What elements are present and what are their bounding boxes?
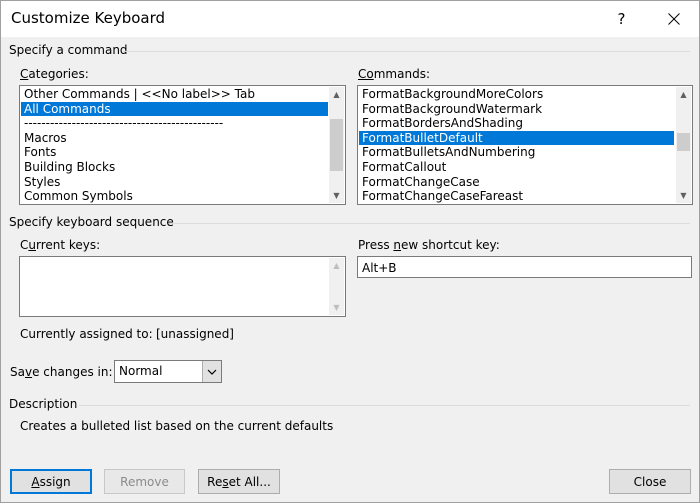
keyboard-sequence-group: Specify keyboard sequence <box>9 215 691 229</box>
close-button[interactable]: Close <box>609 469 691 494</box>
categories-list-item[interactable]: Other Commands | <<No label>> Tab <box>21 87 328 102</box>
categories-list-item[interactable]: All Commands <box>21 101 328 117</box>
categories-list-item[interactable]: Building Blocks <box>21 160 328 175</box>
current-keys-value <box>21 258 24 273</box>
divider <box>123 51 690 52</box>
scroll-thumb[interactable] <box>677 133 690 151</box>
current-keys-items <box>21 258 24 273</box>
scroll-up-arrow-icon[interactable]: ▲ <box>329 87 344 102</box>
customize-keyboard-dialog: Customize Keyboard ? Specify a command C… <box>0 0 700 503</box>
divider <box>79 405 690 406</box>
current-keys-label: Current keys: <box>20 238 101 252</box>
specify-command-group: Specify a command <box>9 43 691 57</box>
commands-list-item[interactable]: FormatChangeCase <box>359 175 674 190</box>
new-shortcut-label: Press new shortcut key: <box>358 238 500 252</box>
commands-listbox[interactable]: FormatBackgroundMoreColors FormatBackgrou… <box>357 85 693 205</box>
scroll-thumb[interactable] <box>330 119 343 171</box>
close-window-button[interactable] <box>651 1 696 37</box>
title-bar: Customize Keyboard ? <box>1 1 699 37</box>
description-group: Description <box>9 397 691 411</box>
close-icon <box>667 13 680 25</box>
save-changes-select[interactable]: Normal <box>114 360 222 383</box>
description-text: Creates a bulleted list based on the cur… <box>20 419 334 433</box>
commands-list-item[interactable]: FormatCallout <box>359 160 674 175</box>
categories-items: Other Commands | <<No label>> Tab All Com… <box>21 87 328 204</box>
keyboard-sequence-heading: Specify keyboard sequence <box>9 215 174 229</box>
categories-list-item[interactable]: Macros <box>21 131 328 146</box>
help-button[interactable]: ? <box>599 1 644 37</box>
scroll-down-arrow-icon[interactable]: ▼ <box>676 188 691 203</box>
commands-list-item[interactable]: FormatChangeCaseFareast <box>359 189 674 204</box>
description-heading: Description <box>9 397 78 411</box>
commands-list-item[interactable]: FormatBulletsAndNumbering <box>359 145 674 160</box>
currently-assigned-value: [unassigned] <box>156 327 234 341</box>
scroll-down-arrow-icon[interactable]: ▼ <box>329 300 344 315</box>
chevron-down-icon[interactable] <box>202 361 221 382</box>
divider <box>169 223 690 224</box>
specify-command-heading: Specify a command <box>9 43 128 57</box>
dialog-title: Customize Keyboard <box>11 9 166 27</box>
commands-list-item[interactable]: FormatBordersAndShading <box>359 116 674 131</box>
current-keys-listbox[interactable]: ▲ ▼ <box>19 256 346 317</box>
currently-assigned-label: Currently assigned to: <box>20 327 153 341</box>
reset-all-button[interactable]: Re s et All... <box>198 469 280 494</box>
categories-list-item[interactable]: Fonts <box>21 145 328 160</box>
categories-list-item[interactable]: Common Symbols <box>21 189 328 204</box>
new-shortcut-input[interactable]: Alt+B <box>357 256 692 278</box>
scroll-up-arrow-icon[interactable]: ▲ <box>676 87 691 102</box>
save-changes-label: Save changes in: <box>10 365 113 379</box>
commands-label: Commands: <box>358 67 430 81</box>
categories-label: Categories: <box>20 67 89 81</box>
current-keys-scrollbar[interactable]: ▲ ▼ <box>329 258 344 315</box>
categories-scrollbar[interactable]: ▲ ▼ <box>329 87 344 203</box>
remove-button[interactable]: Remove <box>104 469 185 494</box>
categories-list-item[interactable]: Styles <box>21 175 328 190</box>
save-changes-value: Normal <box>119 364 163 378</box>
scroll-down-arrow-icon[interactable]: ▼ <box>329 188 344 203</box>
commands-scrollbar[interactable]: ▲ ▼ <box>676 87 691 203</box>
commands-list-item[interactable]: FormatBulletDefault <box>359 130 674 146</box>
commands-list-item[interactable]: FormatBackgroundMoreColors <box>359 87 674 102</box>
commands-list-item[interactable]: FormatBackgroundWatermark <box>359 102 674 117</box>
scroll-up-arrow-icon[interactable]: ▲ <box>329 258 344 273</box>
categories-listbox[interactable]: Other Commands | <<No label>> Tab All Com… <box>19 85 346 205</box>
commands-items: FormatBackgroundMoreColors FormatBackgrou… <box>359 87 674 204</box>
assign-button[interactable]: Assign <box>10 469 92 494</box>
categories-list-item[interactable]: ----------------------------------------… <box>21 116 328 131</box>
